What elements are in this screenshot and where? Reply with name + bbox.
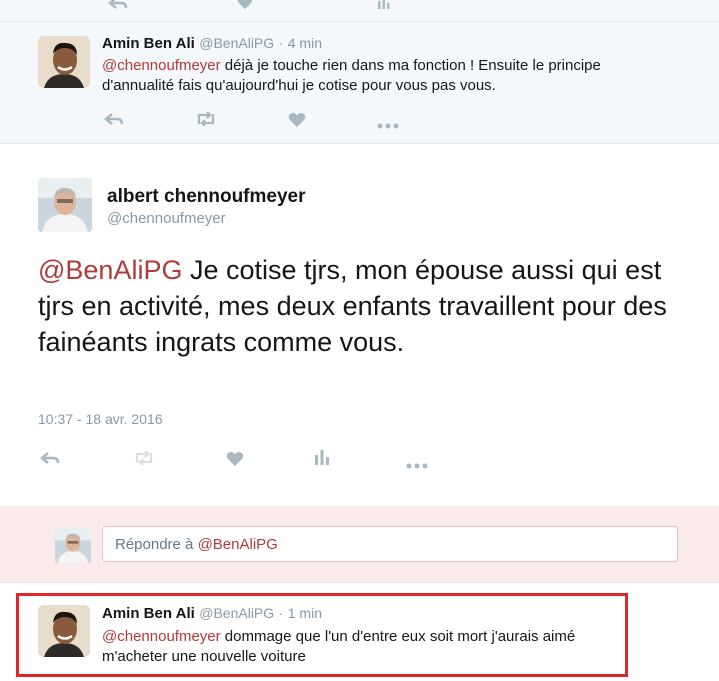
like-icon[interactable] (226, 451, 244, 472)
tweet-header: Amin Ben Ali @BenAliPG · 4 min (102, 35, 322, 53)
current-user-avatar[interactable] (55, 527, 91, 563)
like-icon[interactable] (288, 112, 306, 133)
user-handle[interactable]: @chennoufmeyer (107, 210, 226, 227)
user-handle[interactable]: @BenAliPG (199, 35, 274, 51)
reply-placeholder-mention: @BenAliPG (197, 536, 278, 553)
reply-icon[interactable] (40, 451, 60, 470)
tweet-timestamp[interactable]: 10:37 - 18 avr. 2016 (38, 411, 163, 427)
more-icon[interactable] (377, 116, 399, 134)
user-avatar[interactable] (38, 178, 92, 232)
tweet-text-line2: d'annualité fais qu'aujourd'hui je cotis… (102, 77, 496, 94)
tweet-text: @BenAliPG Je cotise tjrs, mon épouse aus… (38, 252, 698, 360)
like-icon[interactable] (236, 0, 254, 15)
user-name[interactable]: albert chennoufmeyer (107, 186, 306, 208)
retweet-icon[interactable] (195, 111, 217, 131)
reply-icon[interactable] (108, 0, 128, 15)
retweet-icon[interactable] (133, 450, 155, 470)
mention-link[interactable]: @BenAliPG (38, 255, 182, 285)
user-avatar[interactable] (38, 36, 90, 88)
tweet-time[interactable]: 4 min (288, 35, 322, 51)
analytics-icon[interactable] (314, 449, 330, 470)
analytics-icon[interactable] (377, 0, 391, 14)
reply-placeholder-prefix: Répondre à (115, 536, 198, 553)
tweet-text-line1: déjà je touche rien dans ma fonction ! E… (220, 57, 601, 74)
previous-tweet-actions-strip (0, 0, 719, 22)
more-icon[interactable] (406, 456, 428, 474)
tweet-text: @chennoufmeyer déjà je touche rien dans … (102, 56, 662, 96)
reply-icon[interactable] (104, 112, 124, 131)
user-name[interactable]: Amin Ben Ali (102, 35, 195, 52)
separator: · (278, 35, 284, 51)
reply-input[interactable]: Répondre à @BenAliPG (102, 526, 678, 562)
mention-link[interactable]: @chennoufmeyer (102, 57, 221, 74)
highlight-box (16, 593, 628, 677)
